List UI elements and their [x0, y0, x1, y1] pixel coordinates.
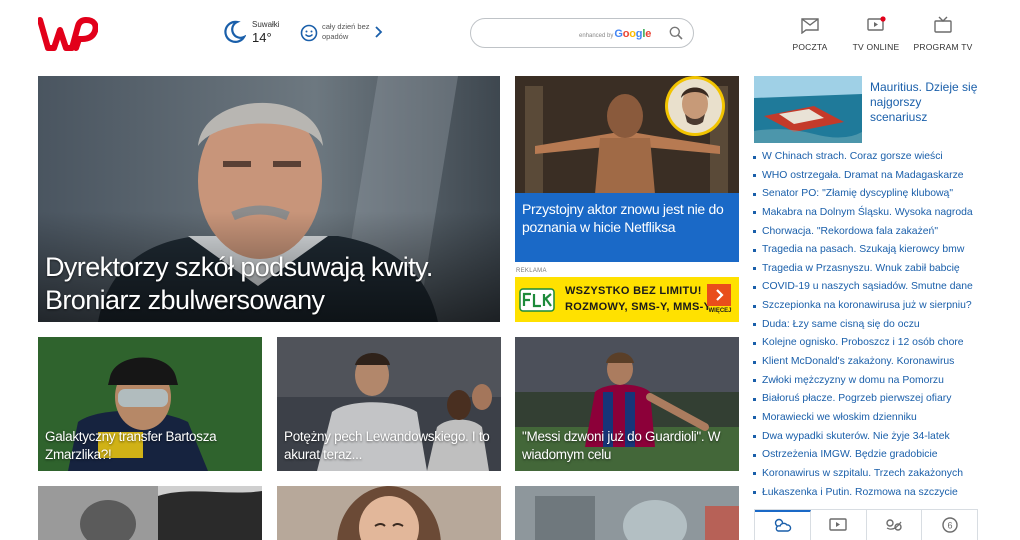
bullet-icon — [753, 174, 756, 178]
story-title[interactable]: Galaktyczny transfer Bartosza Zmarzlika?… — [45, 428, 254, 464]
main-story[interactable]: Dyrektorzy szkół podsuwają kwity. Bronia… — [38, 76, 500, 322]
bullet-icon — [753, 453, 756, 457]
story-image — [515, 486, 739, 540]
promo-story-title[interactable]: Przystojny aktor znowu jest nie do pozna… — [522, 200, 731, 236]
promo-story[interactable]: Przystojny aktor znowu jest nie do pozna… — [515, 76, 739, 262]
bullet-icon — [753, 230, 756, 234]
bullet-icon — [753, 248, 756, 252]
bullet-icon — [753, 192, 756, 196]
story-card[interactable]: Galaktyczny transfer Bartosza Zmarzlika?… — [38, 337, 262, 471]
nav-program-tv[interactable]: PROGRAM TV — [913, 16, 973, 52]
ad-brand-logo — [519, 288, 555, 312]
list-item[interactable]: Klient McDonald's zakażony. Koronawirus — [752, 355, 992, 374]
ad-more-button[interactable] — [707, 284, 731, 306]
google-branding: enhanced by Google — [579, 28, 652, 40]
list-item[interactable]: Dwa wypadki skuterów. Nie żyje 34-latek — [752, 430, 992, 449]
service-tabs: 6 — [754, 509, 978, 540]
smiley-icon — [300, 24, 318, 42]
wp-logo[interactable] — [38, 16, 98, 52]
list-item[interactable]: Kolejne ognisko. Proboszcz i 12 osób cho… — [752, 336, 992, 355]
ad-more-label: WIĘCEJ — [708, 308, 732, 314]
headline-list: W Chinach strach. Coraz gorsze wieści WH… — [752, 150, 992, 504]
search-icon[interactable] — [669, 26, 683, 40]
horoscope-icon — [886, 519, 902, 531]
list-item[interactable]: Morawiecki we włoskim dzienniku — [752, 411, 992, 430]
bullet-icon — [753, 211, 756, 215]
bullet-icon — [753, 360, 756, 364]
story-card[interactable]: Potężny pech Lewandowskiego. I to akurat… — [277, 337, 501, 471]
list-item[interactable]: Koronawirus w szpitalu. Trzech zakażonyc… — [752, 467, 992, 486]
story-title[interactable]: Potężny pech Lewandowskiego. I to akurat… — [284, 428, 493, 464]
tab-weather[interactable] — [755, 510, 811, 540]
tab-tv[interactable] — [811, 510, 867, 540]
list-item[interactable]: Białoruś płacze. Pogrzeb pierwszej ofiar… — [752, 392, 992, 411]
bullet-icon — [753, 472, 756, 476]
list-item[interactable]: Makabra na Dolnym Śląsku. Wysoka nagroda — [752, 206, 992, 225]
nav-poczta[interactable]: POCZTA — [790, 16, 830, 52]
story-image — [277, 486, 501, 540]
story-card[interactable] — [38, 486, 262, 540]
list-item[interactable]: Szczepionka na koronawirusa już w sierpn… — [752, 299, 992, 318]
ad-banner[interactable]: WSZYSTKO BEZ LIMITU! ROZMOWY, SMS-Y, MMS… — [515, 277, 739, 322]
bullet-icon — [753, 416, 756, 420]
list-item[interactable]: WHO ostrzegała. Dramat na Madagaskarze — [752, 169, 992, 188]
list-item[interactable]: Tragedia na pasach. Szukają kierowcy bmw — [752, 243, 992, 262]
bullet-icon — [753, 397, 756, 401]
list-item[interactable]: Tragedia w Przasnyszu. Wnuk zabił babcię — [752, 262, 992, 281]
list-item[interactable]: Ostrzeżenia IMGW. Będzie gradobicie — [752, 448, 992, 467]
promo-caption-box: Przystojny aktor znowu jest nie do pozna… — [515, 193, 739, 262]
tab-horoscope[interactable] — [867, 510, 923, 540]
bullet-icon — [753, 491, 756, 495]
ad-subline: ROZMOWY, SMS-Y, MMS-Y — [565, 301, 712, 313]
weather-temp: 14° — [252, 29, 272, 45]
list-item[interactable]: Senator PO: "Złamię dyscyplinę klubową" — [752, 187, 992, 206]
weather-icon — [775, 518, 792, 532]
google-logo: Google — [614, 28, 652, 40]
tv-online-icon — [867, 16, 886, 31]
list-item[interactable]: COVID-19 u naszych sąsiadów. Smutne dane — [752, 280, 992, 299]
list-item[interactable]: W Chinach strach. Coraz gorsze wieści — [752, 150, 992, 169]
ad-headline: WSZYSTKO BEZ LIMITU! — [565, 285, 702, 297]
weather-forecast: cały dzień bez opadów — [322, 22, 370, 41]
bullet-icon — [753, 341, 756, 345]
chevron-right-icon[interactable] — [373, 25, 383, 39]
bullet-icon — [753, 267, 756, 271]
bullet-icon — [753, 155, 756, 159]
bullet-icon — [753, 285, 756, 289]
svg-text:6: 6 — [947, 521, 952, 531]
story-card[interactable]: "Messi dzwoni już do Guardioli". W wiado… — [515, 337, 739, 471]
bullet-icon — [753, 379, 756, 383]
search-box: enhanced by Google — [470, 18, 694, 48]
list-item[interactable]: Chorwacja. "Rekordowa fala zakażeń" — [752, 225, 992, 244]
story-image — [38, 486, 262, 540]
featured-thumbnail[interactable] — [754, 76, 862, 143]
featured-headline[interactable]: Mauritius. Dzieje się najgorszy scenariu… — [870, 80, 980, 125]
ad-label: REKLAMA — [516, 268, 547, 274]
list-item[interactable]: Duda: Łzy same cisną się do oczu — [752, 318, 992, 337]
list-item[interactable]: Łukaszenka i Putin. Rozmowa na szczycie — [752, 486, 992, 505]
search-input[interactable] — [485, 25, 575, 41]
mail-icon — [801, 18, 819, 34]
chevron-right-icon — [716, 289, 724, 301]
list-item[interactable]: Zwłoki mężczyzny w domu na Pomorzu — [752, 374, 992, 393]
nav-tv-online[interactable]: TV ONLINE — [850, 16, 902, 52]
weather-widget[interactable]: Suwałki 14° — [222, 20, 280, 44]
bullet-icon — [753, 435, 756, 439]
weather-city: Suwałki — [252, 19, 280, 29]
moon-icon — [224, 20, 246, 43]
tv-icon — [829, 518, 847, 531]
main-story-title[interactable]: Dyrektorzy szkół podsuwają kwity. Bronia… — [45, 251, 492, 317]
story-title[interactable]: "Messi dzwoni już do Guardioli". W wiado… — [522, 428, 731, 464]
bullet-icon — [753, 304, 756, 308]
story-card[interactable] — [277, 486, 501, 540]
tv-program-icon — [934, 16, 952, 33]
bullet-icon — [753, 323, 756, 327]
featured-image — [754, 76, 862, 143]
story-card[interactable] — [515, 486, 739, 540]
tab-lotto[interactable]: 6 — [922, 510, 977, 540]
lotto-icon: 6 — [941, 517, 958, 533]
